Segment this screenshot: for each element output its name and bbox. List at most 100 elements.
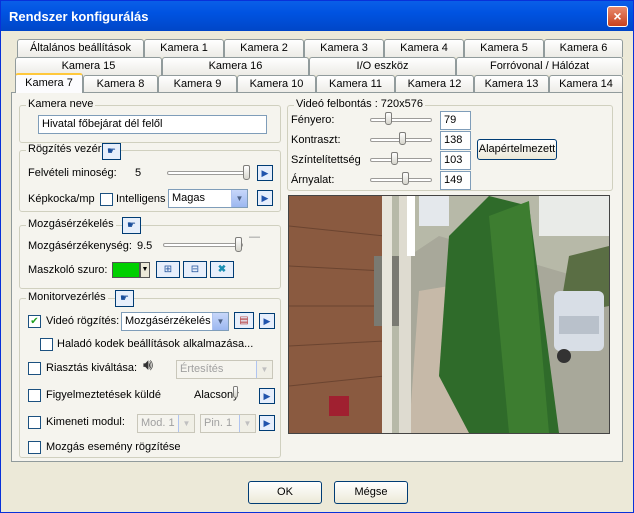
saturation-slider-track[interactable] — [370, 158, 432, 162]
mask-clear-button[interactable]: ✖ — [210, 261, 234, 278]
brightness-label: Fényero: — [291, 114, 335, 126]
contrast-slider-thumb[interactable] — [399, 132, 407, 145]
saturation-slider-thumb[interactable] — [390, 152, 398, 165]
motion-caption: Mozgásérzékelés — [26, 218, 116, 230]
close-button[interactable]: × — [607, 6, 628, 27]
hue-slider-thumb[interactable] — [401, 172, 409, 185]
mask-color-swatch[interactable] — [112, 262, 140, 278]
tab-camera-7[interactable]: Kamera 7 — [15, 73, 83, 93]
default-button[interactable]: Alapértelmezett — [477, 139, 557, 160]
camera-name-caption: Kamera neve — [26, 98, 96, 110]
warning-level-slider[interactable] — [233, 386, 238, 398]
quality-slider-thumb[interactable] — [243, 165, 250, 180]
warning-label: Figyelmeztetések küldé — [46, 389, 161, 401]
hue-input[interactable]: 149 — [440, 171, 471, 190]
motion-group: Mozgásérzékelés — [19, 218, 281, 289]
tab-camera-6[interactable]: Kamera 6 — [544, 39, 623, 57]
camera-preview — [288, 195, 610, 434]
sensitivity-slider-thumb[interactable] — [235, 237, 242, 252]
record-options-button[interactable]: ▤ — [234, 312, 254, 329]
speaker-icon[interactable]: 🔊︎ — [143, 357, 153, 375]
brightness-slider-thumb[interactable] — [385, 112, 393, 125]
config-window: Rendszer konfigurálás × Általános beállí… — [0, 0, 634, 513]
chevron-down-icon: ▼ — [256, 361, 272, 378]
play-icon: ▶ — [261, 193, 269, 203]
camera-name-input[interactable]: Hivatal főbejárat dél felől — [38, 115, 267, 134]
saturation-input[interactable]: 103 — [440, 151, 471, 170]
hand-pointer-icon: ☛ — [120, 293, 129, 304]
tab-camera-4[interactable]: Kamera 4 — [384, 39, 464, 57]
output-label: Kimeneti modul: — [46, 416, 125, 428]
tab-io-device[interactable]: I/O eszköz — [309, 57, 456, 75]
tab-camera-16[interactable]: Kamera 16 — [162, 57, 309, 75]
advanced-codec-label: Haladó kodek beállítások alkalmazása... — [57, 338, 254, 350]
tab-camera-11[interactable]: Kamera 11 — [316, 75, 395, 93]
sensitivity-slider-track[interactable] — [163, 243, 243, 247]
alarm-select[interactable]: Értesítés ▼ — [176, 360, 273, 379]
mask-remove-button[interactable]: ⊟ — [183, 261, 207, 278]
contrast-input[interactable]: 138 — [440, 131, 471, 150]
tab-camera-9[interactable]: Kamera 9 — [158, 75, 237, 93]
tab-camera-2[interactable]: Kamera 2 — [224, 39, 304, 57]
video-rec-select[interactable]: Mozgásérzékelés ▼ — [121, 312, 229, 331]
fps-select-value: Magas — [172, 192, 206, 204]
video-rec-apply-button[interactable]: ▶ — [259, 313, 275, 329]
video-caption: Videó felbontás : 720x576 — [294, 98, 426, 110]
title-bar: Rendszer konfigurálás × — [1, 1, 633, 31]
monitor-caption: Monitorvezérlés — [26, 291, 108, 303]
fps-apply-button[interactable]: ▶ — [257, 190, 273, 206]
brightness-input[interactable]: 79 — [440, 111, 471, 130]
output-module-select[interactable]: Mod. 1 ▼ — [137, 414, 195, 433]
mask-add-button[interactable]: ⊞ — [156, 261, 180, 278]
video-rec-label: Videó rögzítés: — [46, 315, 120, 327]
hand-pointer-icon: ☛ — [127, 220, 136, 231]
output-checkbox[interactable] — [28, 416, 41, 429]
intelligent-label: Intelligens — [116, 193, 166, 205]
fps-select[interactable]: Magas ▼ — [168, 189, 248, 208]
chevron-down-icon: ▼ — [231, 190, 247, 207]
tab-hotline-network[interactable]: Forróvonal / Hálózat — [456, 57, 623, 75]
warning-checkbox[interactable] — [28, 389, 41, 402]
tab-camera-12[interactable]: Kamera 12 — [395, 75, 474, 93]
play-icon: ▶ — [261, 168, 269, 178]
tab-camera-10[interactable]: Kamera 10 — [237, 75, 316, 93]
tab-camera-5[interactable]: Kamera 5 — [464, 39, 544, 57]
play-icon: ▶ — [263, 418, 271, 428]
cancel-button[interactable]: Mégse — [334, 481, 408, 504]
tab-general[interactable]: Általános beállítások — [17, 39, 144, 57]
hue-label: Árnyalat: — [291, 174, 335, 186]
warning-apply-button[interactable]: ▶ — [259, 388, 275, 404]
tab-camera-3[interactable]: Kamera 3 — [304, 39, 384, 57]
monitor-settings-button[interactable]: ☛ — [115, 290, 134, 307]
play-icon: ▶ — [263, 391, 271, 401]
alarm-label: Riasztás kiváltása: — [46, 362, 138, 374]
contrast-label: Kontraszt: — [291, 134, 341, 146]
brightness-slider-track[interactable] — [370, 118, 432, 122]
tab-camera-8[interactable]: Kamera 8 — [83, 75, 158, 93]
motion-event-checkbox[interactable] — [28, 441, 41, 454]
motion-settings-button[interactable]: ☛ — [122, 217, 141, 234]
alarm-select-value: Értesítés — [180, 363, 224, 375]
tab-camera-13[interactable]: Kamera 13 — [474, 75, 549, 93]
saturation-label: Színtelítettség — [291, 154, 361, 166]
tab-camera-1[interactable]: Kamera 1 — [144, 39, 224, 57]
tab-camera-14[interactable]: Kamera 14 — [549, 75, 623, 93]
advanced-codec-checkbox[interactable] — [40, 338, 53, 351]
output-pin-select[interactable]: Pin. 1 ▼ — [200, 414, 256, 433]
quality-apply-button[interactable]: ▶ — [257, 165, 273, 181]
slider-end-marks: — — [249, 231, 260, 243]
video-rec-checkbox[interactable]: ✔ — [28, 315, 41, 328]
quality-slider-track[interactable] — [167, 171, 247, 175]
ok-button[interactable]: OK — [248, 481, 322, 504]
output-pin-value: Pin. 1 — [204, 417, 233, 429]
play-icon: ▶ — [263, 316, 271, 326]
intelligent-checkbox[interactable] — [100, 193, 113, 206]
alarm-checkbox[interactable] — [28, 362, 41, 375]
recording-settings-button[interactable]: ☛ — [102, 143, 121, 160]
grid-remove-icon: ⊟ — [190, 264, 200, 275]
chevron-down-icon: ▼ — [178, 415, 194, 432]
mask-color-dropdown[interactable]: ▼ — [140, 262, 150, 278]
output-apply-button[interactable]: ▶ — [259, 415, 275, 431]
check-icon: ✔ — [30, 316, 39, 327]
fps-label: Képkocka/mp — [28, 193, 95, 205]
